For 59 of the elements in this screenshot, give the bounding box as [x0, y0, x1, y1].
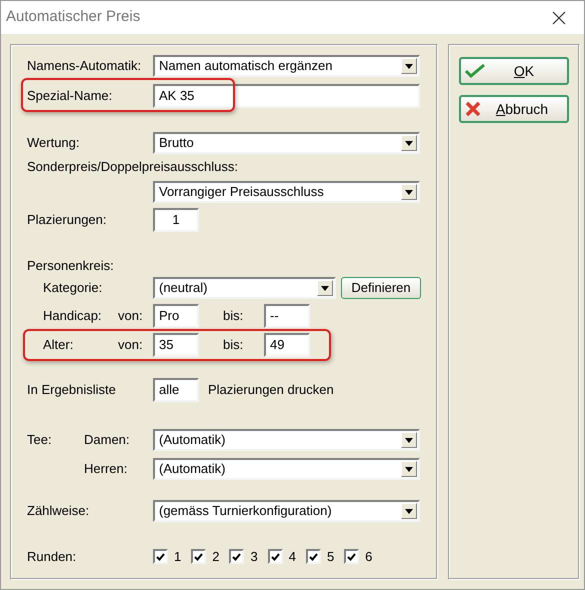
- check-icon: [270, 552, 280, 561]
- field-label: Damen:: [84, 431, 131, 450]
- field-label: Plazierungen:: [27, 211, 108, 230]
- check-icon: [232, 552, 242, 561]
- field-label: Personenkreis:: [27, 257, 114, 276]
- checkbox[interactable]: [306, 549, 321, 564]
- input-field[interactable]: AK 35: [153, 84, 420, 108]
- field-label: Zählweise:: [27, 502, 90, 520]
- field-label: Namens-Automatik:: [27, 57, 142, 76]
- cross-icon: [465, 101, 481, 117]
- check-icon: [194, 552, 204, 561]
- field-label: Kategorie:: [43, 279, 104, 298]
- field-label: von:: [118, 336, 144, 354]
- round-number: 6: [365, 548, 372, 566]
- field-label: Runden:: [27, 548, 78, 566]
- input-field[interactable]: Pro: [153, 304, 199, 328]
- field-label: Spezial-Name:: [27, 87, 114, 106]
- input-field[interactable]: 35: [153, 333, 199, 357]
- input-field[interactable]: alle: [153, 378, 199, 402]
- field-label: Herren:: [84, 460, 128, 478]
- checkbox[interactable]: [229, 549, 244, 564]
- field-label: Tee:: [27, 431, 53, 450]
- input-field[interactable]: --: [264, 304, 310, 328]
- field-label: Sonderpreis/Doppelpreisausschluss:: [27, 158, 238, 176]
- round-number: 4: [288, 548, 296, 566]
- dropdown[interactable]: (Automatik): [153, 458, 420, 480]
- field-label: bis:: [223, 307, 244, 326]
- checkbox[interactable]: [344, 549, 360, 564]
- check-icon: [308, 552, 318, 561]
- checkbox[interactable]: [268, 549, 283, 564]
- input-field[interactable]: 1: [153, 208, 199, 232]
- close-icon[interactable]: [552, 10, 566, 24]
- check-icon: [156, 552, 165, 561]
- field-label: In Ergebnisliste: [27, 381, 117, 400]
- input-field[interactable]: 49: [264, 333, 310, 357]
- checkbox[interactable]: [191, 549, 206, 564]
- dialog-button[interactable]: OK: [459, 57, 569, 85]
- field-label: Wertung:: [27, 134, 81, 152]
- field-label: Plazierungen drucken: [208, 381, 334, 400]
- dropdown[interactable]: Namen automatisch ergänzen: [153, 55, 420, 77]
- check-icon: [347, 552, 356, 561]
- checkbox[interactable]: [153, 549, 168, 564]
- dropdown[interactable]: Vorrangiger Preisausschluss: [153, 181, 420, 203]
- field-label: von:: [118, 307, 144, 326]
- field-label: Handicap:: [43, 307, 103, 326]
- define-button[interactable]: Definieren: [341, 277, 421, 299]
- round-number: 1: [174, 548, 182, 566]
- round-number: 2: [212, 548, 220, 566]
- checkmark-icon: [465, 63, 485, 79]
- round-number: 5: [326, 548, 334, 566]
- dialog-button[interactable]: Abbruch: [459, 95, 569, 123]
- dropdown[interactable]: (Automatik): [153, 429, 420, 451]
- field-label: Alter:: [43, 336, 74, 354]
- dropdown[interactable]: (neutral): [153, 277, 336, 299]
- dropdown[interactable]: Brutto: [153, 132, 420, 154]
- dropdown[interactable]: (gemäss Turnierkonfiguration): [153, 500, 420, 522]
- field-label: bis:: [223, 336, 244, 354]
- round-number: 3: [250, 548, 258, 566]
- window-title: Automatischer Preis: [6, 7, 140, 28]
